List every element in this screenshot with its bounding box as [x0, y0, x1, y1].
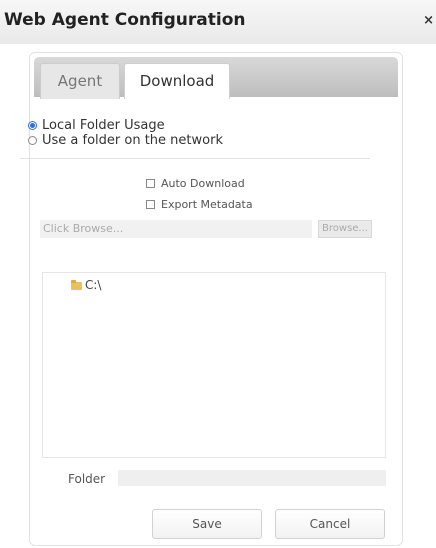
close-icon[interactable]: × [423, 13, 434, 28]
title-bar: Web Agent Configuration × [0, 0, 436, 44]
folder-tree[interactable]: C:\ [42, 272, 386, 458]
cancel-button[interactable]: Cancel [275, 509, 385, 539]
local-folder-label: Local Folder Usage [42, 118, 165, 133]
tab-strip: Agent Download [34, 57, 398, 99]
auto-download-checkbox[interactable] [146, 179, 155, 188]
tree-item-label: C:\ [85, 278, 102, 292]
divider [20, 158, 370, 159]
folder-field[interactable] [118, 470, 386, 486]
save-button[interactable]: Save [152, 509, 262, 539]
auto-download-option[interactable]: Auto Download [146, 177, 245, 190]
tree-item-c-drive[interactable]: C:\ [71, 278, 101, 292]
export-metadata-label: Export Metadata [161, 198, 253, 211]
network-folder-option[interactable]: Use a folder on the network [28, 133, 223, 148]
auto-download-label: Auto Download [161, 177, 245, 190]
radio-local-folder[interactable] [28, 121, 37, 130]
folder-icon [71, 280, 82, 290]
browse-path-field[interactable]: Click Browse... [40, 220, 312, 238]
tab-download[interactable]: Download [124, 63, 230, 99]
export-metadata-option[interactable]: Export Metadata [146, 198, 253, 211]
tab-agent[interactable]: Agent [40, 63, 120, 99]
radio-network-folder[interactable] [28, 136, 37, 145]
network-folder-label: Use a folder on the network [42, 133, 223, 148]
export-metadata-checkbox[interactable] [146, 200, 155, 209]
local-folder-option[interactable]: Local Folder Usage [28, 118, 165, 133]
folder-label: Folder [68, 472, 106, 486]
window-title: Web Agent Configuration [4, 10, 246, 30]
browse-button[interactable]: Browse... [318, 220, 372, 238]
